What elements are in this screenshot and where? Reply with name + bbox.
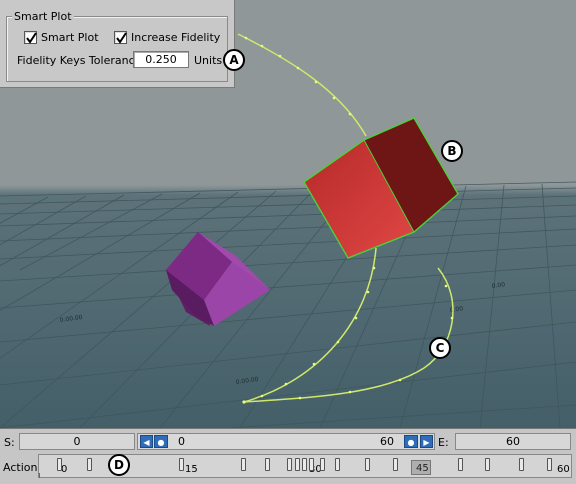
range-start-handle-icon[interactable]: ● <box>154 435 168 448</box>
keyframe-marker[interactable] <box>393 458 398 471</box>
smart-plot-panel: Smart Plot Smart Plot Increase Fidelity … <box>0 0 235 88</box>
keyframe-marker[interactable] <box>57 458 62 471</box>
smart-plot-group-title: Smart Plot <box>12 10 74 23</box>
units-label: Units <box>194 54 223 67</box>
timeline-label-15: 15 <box>185 464 198 475</box>
increase-fidelity-label: Increase Fidelity <box>131 31 221 44</box>
svg-text:0.00.00: 0.00.00 <box>59 314 83 324</box>
keyframe-marker[interactable] <box>241 458 246 471</box>
keyframe-marker[interactable] <box>365 458 370 471</box>
keyframe-marker[interactable] <box>458 458 463 471</box>
keyframe-marker[interactable] <box>179 458 184 471</box>
range-start-value: 0 <box>178 435 185 448</box>
start-label: S: <box>4 436 15 449</box>
keyframe-marker[interactable] <box>87 458 92 471</box>
start-frame-field[interactable]: 0 <box>19 433 135 450</box>
end-frame-field[interactable]: 60 <box>455 433 571 450</box>
callout-d: D <box>108 454 130 476</box>
range-end-value: 60 <box>380 435 394 448</box>
fidelity-keys-tolerance-input[interactable]: 0.250 <box>133 51 189 68</box>
frame-range-bar[interactable]: ◀ ● 0 60 ● ▶ <box>137 433 435 450</box>
callout-b: B <box>441 140 463 162</box>
callout-a: A <box>223 49 245 71</box>
next-key-icon[interactable]: ▶ <box>420 435 433 448</box>
svg-text:0.00: 0.00 <box>449 305 463 314</box>
keyframe-marker[interactable] <box>265 458 270 471</box>
smart-plot-checkbox[interactable]: Smart Plot <box>24 31 99 44</box>
action-track-label: Action <box>3 461 38 474</box>
keyframe-marker[interactable] <box>302 458 307 471</box>
keyframe-marker[interactable] <box>320 458 325 471</box>
transport-controls: S: 0 ◀ ● 0 60 ● ▶ E: 60 Action 0 15 30 4… <box>0 428 576 484</box>
range-end-handle-icon[interactable]: ● <box>404 435 418 448</box>
current-frame-label: 45 <box>416 463 429 474</box>
svg-text:0.00: 0.00 <box>491 281 505 290</box>
floor-grid <box>0 181 576 428</box>
keyframe-marker[interactable] <box>295 458 300 471</box>
selected-red-cube <box>303 117 459 259</box>
smart-plot-label: Smart Plot <box>41 31 99 44</box>
smart-plot-group <box>6 16 228 82</box>
keyframe-marker[interactable] <box>547 458 552 471</box>
keyframe-marker[interactable] <box>287 458 292 471</box>
checkbox-checked-icon[interactable] <box>24 31 37 44</box>
timeline-label-60: 60 <box>557 464 570 475</box>
keyframe-marker[interactable] <box>485 458 490 471</box>
keyframe-marker[interactable] <box>519 458 524 471</box>
previous-key-icon[interactable]: ◀ <box>140 435 153 448</box>
increase-fidelity-checkbox[interactable]: Increase Fidelity <box>114 31 220 44</box>
end-label: E: <box>438 436 449 449</box>
svg-text:0.00.00: 0.00.00 <box>235 376 259 386</box>
keyframe-marker[interactable] <box>309 458 314 471</box>
keyframe-marker[interactable] <box>335 458 340 471</box>
fidelity-keys-tolerance-label: Fidelity Keys Tolerance <box>17 54 142 67</box>
grid-coordinate-labels: 0.00.00 0.00.00 0.00 0.00 <box>59 281 505 386</box>
checkbox-checked-icon[interactable] <box>114 31 127 44</box>
current-frame-playhead[interactable]: 45 <box>411 460 431 475</box>
callout-c: C <box>429 337 451 359</box>
